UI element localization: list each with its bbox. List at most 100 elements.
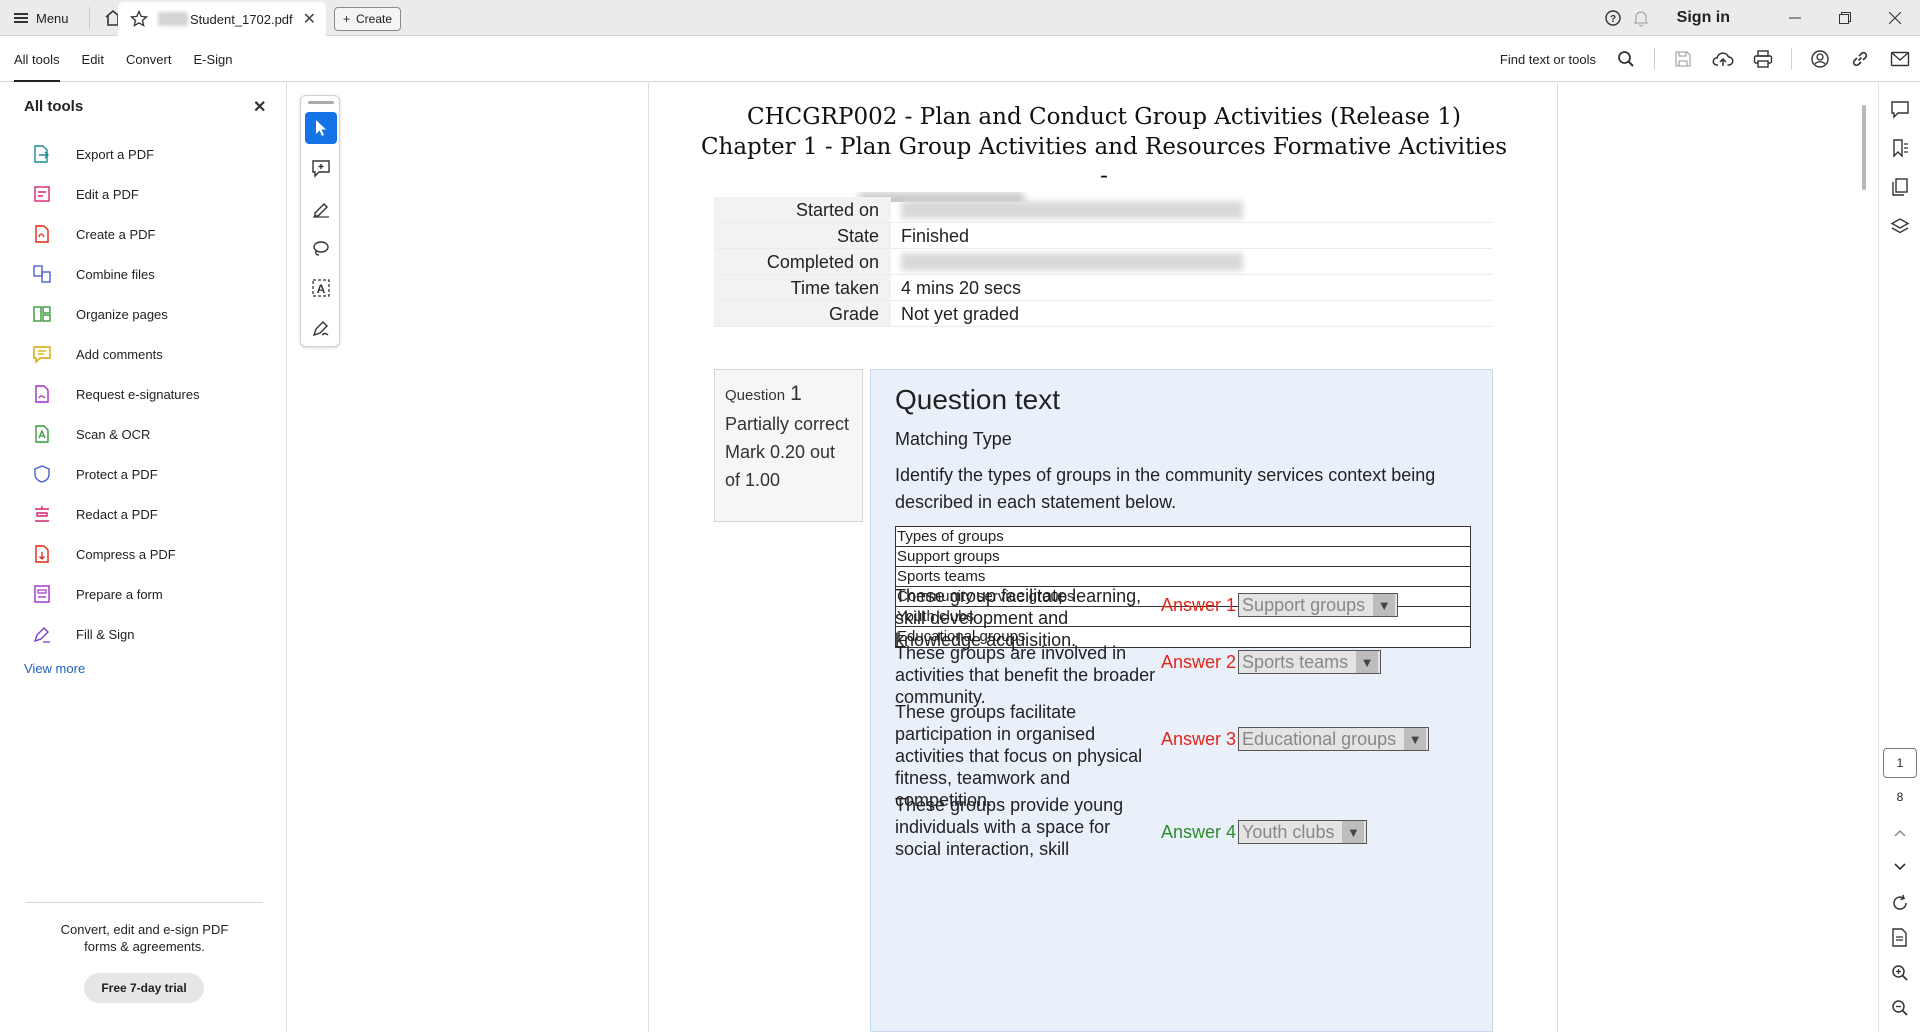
layers-panel-icon[interactable] <box>1888 214 1912 238</box>
highlight-pen-icon[interactable] <box>305 192 337 224</box>
previous-page-chevron-up-icon[interactable] <box>1888 821 1912 845</box>
compress-pdf-icon <box>32 544 64 564</box>
answer-label: Answer 4 <box>1161 821 1237 842</box>
redacted-filename-prefix <box>158 12 188 26</box>
answer-select[interactable]: Youth clubs ▼ <box>1238 820 1368 844</box>
answer-select[interactable]: Support groups ▼ <box>1238 593 1399 617</box>
drag-handle[interactable] <box>308 101 334 104</box>
comments-panel-icon[interactable] <box>1888 97 1912 121</box>
select-cursor-icon[interactable] <box>305 112 337 144</box>
tool-item-edit-a-pdf[interactable]: Edit a PDF <box>32 174 200 214</box>
types-table-row: Support groups <box>896 547 1470 567</box>
dropdown-arrow-icon[interactable]: ▼ <box>1373 594 1396 616</box>
share-user-icon[interactable] <box>1800 39 1840 79</box>
restore-window-button[interactable] <box>1820 0 1870 36</box>
summary-value <box>891 197 1492 222</box>
document-title-line1: CHCGRP002 - Plan and Conduct Group Activ… <box>747 104 1461 130</box>
zoom-out-icon[interactable] <box>1888 996 1912 1020</box>
tool-item-export-a-pdf[interactable]: Export a PDF <box>32 134 200 174</box>
page-edge-right <box>1557 83 1558 1032</box>
menu-button[interactable]: Menu <box>14 11 81 26</box>
answer-select[interactable]: Sports teams ▼ <box>1238 650 1382 674</box>
tool-item-request-e-signatures[interactable]: Request e-signatures <box>32 374 200 414</box>
close-panel-icon[interactable]: ✕ <box>253 97 266 117</box>
minimize-window-button[interactable] <box>1770 0 1820 36</box>
help-icon[interactable]: ? <box>1604 9 1622 27</box>
tool-label: Compress a PDF <box>76 546 176 562</box>
all-tools-panel: All tools ✕ Export a PDF Edit a PDF Create… <box>0 83 287 1032</box>
summary-label: State <box>714 223 891 248</box>
tool-item-create-a-pdf[interactable]: Create a PDF <box>32 214 200 254</box>
document-tab[interactable]: Student_1702.pdf ✕ <box>118 2 326 36</box>
panel-title: All tools <box>24 98 84 115</box>
sign-in-link[interactable]: Sign in <box>1677 9 1730 27</box>
tab-convert[interactable]: Convert <box>126 36 172 82</box>
text-select-icon[interactable]: A <box>305 272 337 304</box>
document-title-line2: Chapter 1 - Plan Group Activities and Re… <box>700 134 1508 160</box>
zoom-in-icon[interactable] <box>1888 961 1912 985</box>
current-page-input[interactable]: 1 <box>1883 748 1917 778</box>
edit-pdf-icon <box>32 184 64 204</box>
tool-item-organize-pages[interactable]: Organize pages <box>32 294 200 334</box>
page-settings-icon[interactable] <box>1888 926 1912 950</box>
dropdown-arrow-icon[interactable]: ▼ <box>1342 821 1365 843</box>
right-rail: 1 8 <box>1878 83 1920 1032</box>
organize-pages-icon <box>32 304 64 324</box>
redact-pdf-icon <box>32 504 64 524</box>
star-icon[interactable] <box>129 9 149 28</box>
view-more-link[interactable]: View more <box>24 661 85 676</box>
draw-lasso-icon[interactable] <box>305 232 337 264</box>
tab-esign[interactable]: E-Sign <box>193 36 232 82</box>
notifications-bell-icon[interactable] <box>1632 9 1650 27</box>
answer-field: Answer 3 Educational groups ▼ <box>1161 727 1430 751</box>
tool-item-protect-a-pdf[interactable]: Protect a PDF <box>32 454 200 494</box>
search-icon[interactable] <box>1606 39 1646 79</box>
tool-item-fill-sign[interactable]: Fill & Sign <box>32 614 200 654</box>
tool-item-compress-a-pdf[interactable]: Compress a PDF <box>32 534 200 574</box>
create-button[interactable]: + Create <box>334 7 402 31</box>
print-icon[interactable] <box>1743 39 1783 79</box>
rotate-icon[interactable] <box>1888 891 1912 915</box>
tab-edit[interactable]: Edit <box>82 36 104 82</box>
tab-all-tools[interactable]: All tools <box>14 36 60 82</box>
pages-panel-icon[interactable] <box>1888 175 1912 199</box>
add-comments-icon <box>32 344 64 364</box>
sign-pen-icon[interactable] <box>305 312 337 344</box>
tool-item-scan-ocr[interactable]: Scan & OCR <box>32 414 200 454</box>
summary-label: Started on <box>714 197 891 222</box>
request-esignatures-icon <box>32 384 64 404</box>
combine-files-icon <box>32 264 64 284</box>
answer-statement: These groups provide young individuals w… <box>895 795 1124 859</box>
link-icon[interactable] <box>1840 39 1880 79</box>
bookmarks-panel-icon[interactable] <box>1888 136 1912 160</box>
answer-selected-value: Educational groups <box>1242 728 1397 749</box>
upload-cloud-icon[interactable] <box>1703 39 1743 79</box>
email-icon[interactable] <box>1880 39 1920 79</box>
next-page-chevron-down-icon[interactable] <box>1888 855 1912 879</box>
free-trial-button[interactable]: Free 7-day trial <box>84 973 204 1003</box>
hamburger-icon <box>14 13 28 23</box>
tool-item-redact-a-pdf[interactable]: Redact a PDF <box>32 494 200 534</box>
add-comment-icon[interactable] <box>305 152 337 184</box>
find-text-or-tools[interactable]: Find text or tools <box>1500 52 1596 67</box>
vertical-scrollbar[interactable] <box>1862 105 1866 190</box>
save-icon[interactable] <box>1663 39 1703 79</box>
document-title-line3: - <box>1100 163 1108 189</box>
tool-label: Scan & OCR <box>76 426 151 442</box>
answer-statement: These groups are involved in activities … <box>895 643 1156 707</box>
summary-row: Completed on <box>714 249 1492 275</box>
fill-sign-icon <box>32 624 64 644</box>
attempt-summary-table: Started on State Finished Completed on Time … <box>714 197 1492 327</box>
close-window-button[interactable] <box>1870 0 1920 36</box>
create-pdf-icon <box>32 224 64 244</box>
tool-item-combine-files[interactable]: Combine files <box>32 254 200 294</box>
summary-value: 4 mins 20 secs <box>901 278 1022 298</box>
dropdown-arrow-icon[interactable]: ▼ <box>1356 651 1379 673</box>
tool-item-prepare-a-form[interactable]: Prepare a form <box>32 574 200 614</box>
promo-line: forms & agreements. <box>84 939 205 954</box>
tool-item-add-comments[interactable]: Add comments <box>32 334 200 374</box>
tool-label: Redact a PDF <box>76 506 158 522</box>
dropdown-arrow-icon[interactable]: ▼ <box>1404 728 1427 750</box>
close-tab-icon[interactable]: ✕ <box>303 9 316 29</box>
answer-select[interactable]: Educational groups ▼ <box>1238 727 1430 751</box>
